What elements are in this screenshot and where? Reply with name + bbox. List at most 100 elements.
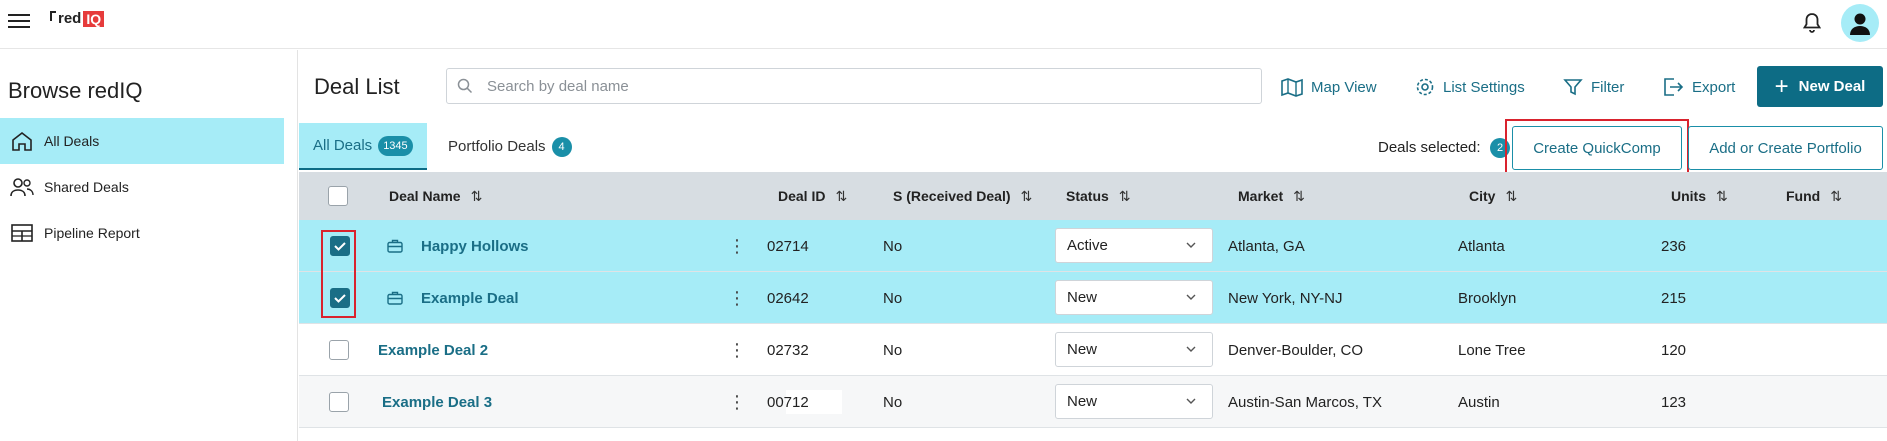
briefcase-icon (387, 272, 403, 324)
deals-selected-label: Deals selected: (1378, 139, 1481, 156)
map-view-button[interactable]: Map View (1281, 74, 1377, 100)
table-row[interactable]: Example Deal 2 ⋮ 02732 No New Denver-Bou… (299, 324, 1887, 376)
sidebar-item-pipeline-report[interactable]: Pipeline Report (0, 210, 284, 256)
tab-all-deals[interactable]: All Deals 1345 (299, 123, 427, 170)
status-dropdown[interactable]: New (1055, 280, 1213, 315)
chevron-down-icon (1186, 294, 1196, 300)
sort-icon[interactable]: ⇅ (471, 188, 483, 205)
sidebar-item-shared-deals[interactable]: Shared Deals (0, 164, 284, 210)
status-dropdown[interactable]: New (1055, 384, 1213, 419)
tab-portfolio-deals[interactable]: Portfolio Deals 4 (448, 123, 572, 170)
page-title: Deal List (314, 74, 400, 99)
market-value: Atlanta, GA (1228, 237, 1305, 255)
sort-icon[interactable]: ⇅ (1293, 188, 1305, 205)
logo-mark (50, 10, 56, 21)
column-label: Fund (1786, 188, 1821, 204)
received-value: No (883, 341, 903, 359)
menu-icon[interactable] (8, 11, 30, 31)
market-value: New York, NY-NJ (1228, 289, 1343, 307)
filter-icon (1563, 79, 1583, 96)
search-input[interactable] (487, 77, 1247, 95)
export-button[interactable]: Export (1662, 74, 1735, 100)
column-header-city[interactable]: City ⇅ (1469, 172, 1517, 220)
checkbox-callout-box (321, 230, 356, 318)
column-header-fund[interactable]: Fund ⇅ (1786, 172, 1842, 220)
received-value: No (883, 289, 903, 307)
column-header-market[interactable]: Market ⇅ (1238, 172, 1305, 220)
column-header-received[interactable]: S (Received Deal) ⇅ (893, 172, 1032, 220)
deal-name-link[interactable]: Example Deal 3 (382, 376, 492, 428)
units-value: 123 (1661, 393, 1687, 411)
count-badge: 1345 (378, 135, 413, 156)
column-label: S (Received Deal) (893, 188, 1011, 204)
map-view-label: Map View (1311, 78, 1377, 96)
more-options-icon[interactable]: ⋮ (728, 272, 746, 324)
logo[interactable]: red IQ (50, 10, 105, 27)
deal-id: 02732 (767, 341, 809, 359)
more-options-icon[interactable]: ⋮ (728, 376, 746, 428)
new-deal-button[interactable]: + New Deal (1757, 66, 1883, 107)
table-row[interactable]: Example Deal ⋮ 02642 No New New York, NY… (299, 272, 1887, 324)
status-dropdown[interactable]: Active (1055, 228, 1213, 263)
home-icon (8, 129, 36, 153)
market-value: Denver-Boulder, CO (1228, 341, 1364, 359)
deal-name-link[interactable]: Example Deal (421, 272, 519, 324)
export-icon (1664, 78, 1684, 96)
filter-label: Filter (1591, 78, 1625, 96)
sidebar-item-all-deals[interactable]: All Deals (0, 118, 284, 164)
deal-name-link[interactable]: Example Deal 2 (378, 324, 488, 376)
column-label: Deal ID (778, 188, 826, 204)
column-label: Deal Name (389, 188, 461, 204)
column-label: Units (1671, 188, 1706, 204)
city-value: Brooklyn (1458, 289, 1517, 307)
sort-icon[interactable]: ⇅ (1716, 188, 1728, 205)
chevron-down-icon (1186, 398, 1196, 404)
sort-icon[interactable]: ⇅ (1021, 188, 1033, 205)
search-icon (457, 78, 473, 94)
deal-id: 02642 (767, 289, 809, 307)
column-header-status[interactable]: Status ⇅ (1066, 172, 1131, 220)
plus-icon: + (1774, 72, 1789, 100)
status-value: New (1067, 289, 1098, 306)
column-header-deal-name[interactable]: Deal Name ⇅ (389, 172, 482, 220)
search-bar[interactable] (446, 68, 1262, 104)
more-options-icon[interactable]: ⋮ (728, 220, 746, 272)
row-checkbox[interactable] (329, 392, 349, 412)
status-dropdown[interactable]: New (1055, 332, 1213, 367)
sort-icon[interactable]: ⇅ (1830, 188, 1842, 205)
count-badge: 4 (551, 136, 572, 157)
logo-badge: IQ (83, 10, 105, 27)
units-value: 215 (1661, 289, 1687, 307)
sort-icon[interactable]: ⇅ (835, 188, 847, 205)
tab-label: All Deals (313, 137, 373, 154)
add-portfolio-button[interactable]: Add or Create Portfolio (1688, 126, 1883, 170)
avatar[interactable] (1841, 4, 1879, 42)
chevron-down-icon (1186, 242, 1196, 248)
table-header: Deal Name ⇅ Deal ID ⇅ S (Received Deal) ⇅ S… (299, 172, 1887, 220)
list-settings-button[interactable]: List Settings (1415, 74, 1525, 100)
market-value: Austin-San Marcos, TX (1228, 393, 1382, 411)
more-options-icon[interactable]: ⋮ (728, 324, 746, 376)
received-value: No (883, 237, 903, 255)
column-label: Status (1066, 188, 1109, 204)
bell-icon[interactable] (1800, 11, 1824, 35)
sort-icon[interactable]: ⇅ (1119, 188, 1131, 205)
select-all-checkbox[interactable] (328, 186, 348, 206)
table-row[interactable]: Happy Hollows ⋮ 02714 No Active Atlanta,… (299, 220, 1887, 272)
sidebar-title: Browse redIQ (8, 78, 143, 103)
map-icon (1281, 78, 1303, 97)
users-icon (8, 175, 36, 199)
deal-name-link[interactable]: Happy Hollows (421, 220, 529, 272)
briefcase-icon (387, 220, 403, 272)
units-value: 120 (1661, 341, 1687, 359)
table-row[interactable]: Example Deal 3 ⋮ 00712 No New Austin-San… (299, 376, 1887, 428)
column-header-deal-id[interactable]: Deal ID ⇅ (778, 172, 847, 220)
received-value: No (883, 393, 903, 411)
row-checkbox[interactable] (329, 340, 349, 360)
sort-icon[interactable]: ⇅ (1505, 188, 1517, 205)
sidebar-item-label: All Deals (44, 133, 100, 149)
filter-button[interactable]: Filter (1563, 74, 1624, 100)
status-value: New (1067, 393, 1098, 410)
sidebar-item-label: Shared Deals (44, 179, 129, 195)
column-header-units[interactable]: Units ⇅ (1671, 172, 1728, 220)
